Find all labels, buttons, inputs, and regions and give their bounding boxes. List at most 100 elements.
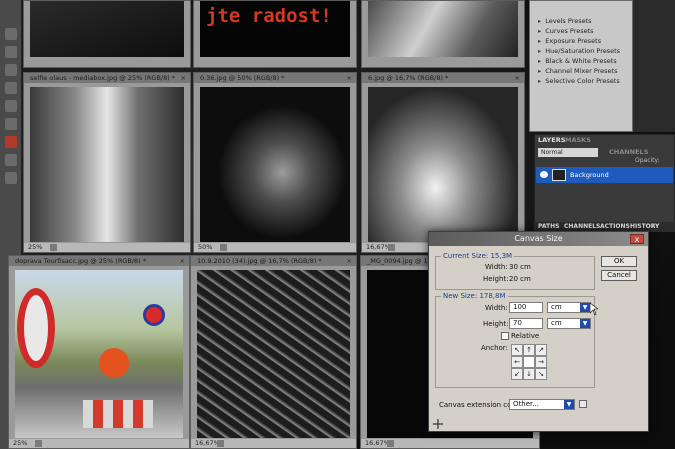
warning-lamp-icon — [99, 348, 129, 378]
document-tab-8[interactable]: 10.9.2010 (34).jpg @ 16,7% (RGB/8) * × — [191, 256, 356, 266]
tab-channels[interactable]: CHANNELS — [609, 148, 648, 156]
current-width-value: 30 cm — [509, 263, 531, 271]
move-tool-icon[interactable] — [5, 28, 17, 40]
status-menu-icon[interactable] — [35, 440, 42, 447]
width-label: Width: — [485, 304, 508, 312]
status-bar-9: 16,67% — [361, 439, 539, 448]
zoom-level-4[interactable]: 25% — [28, 243, 42, 251]
ok-button[interactable]: OK — [601, 256, 637, 267]
document-image-2: jte radost! — [200, 1, 350, 57]
document-window-1[interactable] — [23, 0, 191, 68]
zoom-level-5[interactable]: 50% — [198, 243, 212, 251]
adjustments-panel: Levels Presets Curves Presets Exposure P… — [529, 0, 633, 132]
status-menu-icon[interactable] — [220, 244, 227, 251]
pen-tool-icon[interactable] — [5, 172, 17, 184]
document-tab-6[interactable]: 6.jpg @ 16,7% (RGB/8) * × — [362, 73, 524, 83]
anchor-cell[interactable]: ↓ — [523, 368, 535, 380]
chevron-down-icon[interactable]: ▼ — [580, 319, 590, 328]
status-menu-icon[interactable] — [50, 244, 57, 251]
chevron-down-icon[interactable]: ▼ — [564, 400, 574, 409]
extension-color-swatch[interactable] — [579, 400, 587, 408]
zoom-level-7[interactable]: 25% — [13, 439, 27, 447]
relative-checkbox[interactable] — [501, 332, 509, 340]
current-height-label: Height: — [483, 275, 509, 283]
anchor-cell[interactable]: ↗ — [535, 344, 547, 356]
cancel-button[interactable]: Cancel — [601, 270, 637, 281]
layer-name: Background — [570, 171, 609, 179]
tab-layers[interactable]: LAYERS — [538, 136, 565, 144]
status-bar-7: 25% — [9, 439, 189, 448]
chevron-down-icon[interactable]: ▼ — [580, 303, 590, 312]
extension-color-select[interactable]: Other... ▼ — [509, 399, 575, 410]
width-input[interactable]: 100 — [509, 302, 543, 313]
document-window-4[interactable]: selfie olaus - mediabox.jpg @ 25% (RGB/8… — [23, 72, 191, 253]
tab-paths[interactable]: PATHS — [538, 223, 559, 230]
anchor-cell-center[interactable] — [523, 356, 535, 368]
marquee-tool-icon[interactable] — [5, 46, 17, 58]
anchor-grid: ↖ ↑ ↗ ← → ↙ ↓ ↘ — [511, 344, 547, 380]
document-tab-4[interactable]: selfie olaus - mediabox.jpg @ 25% (RGB/8… — [24, 73, 190, 83]
adjustment-preset-item[interactable]: Curves Presets — [538, 27, 593, 36]
status-menu-icon[interactable] — [388, 244, 395, 251]
anchor-cell[interactable]: ↖ — [511, 344, 523, 356]
close-icon[interactable]: × — [181, 73, 186, 83]
height-unit-select[interactable]: cm ▼ — [547, 318, 591, 329]
anchor-label: Anchor: — [481, 344, 508, 352]
eye-icon[interactable] — [540, 171, 548, 178]
tab-masks[interactable]: MASKS — [565, 136, 591, 144]
document-tab-5[interactable]: 0.36.jpg @ 50% (RGB/8) * × — [194, 73, 356, 83]
crop-tool-icon[interactable] — [5, 82, 17, 94]
new-size-label: New Size: 178,8M — [441, 292, 508, 300]
tab-history[interactable]: HISTORY — [630, 223, 659, 230]
blend-mode-select[interactable]: Normal — [538, 148, 598, 157]
adjustment-preset-item[interactable]: Hue/Saturation Presets — [538, 47, 620, 56]
adjustment-preset-item[interactable]: Exposure Presets — [538, 37, 601, 46]
extension-color-value: Other... — [513, 400, 539, 408]
document-tab-7[interactable]: doprava Tourfisacc.jpg @ 25% (RGB/8) * × — [9, 256, 189, 266]
close-button[interactable]: x — [630, 234, 644, 244]
gradient-tool-icon[interactable] — [5, 154, 17, 166]
tab-actions[interactable]: ACTIONS — [600, 223, 630, 230]
led-sign-text: jte radost! — [206, 5, 332, 27]
brush-tool-icon[interactable] — [5, 100, 17, 112]
width-unit-value: cm — [551, 303, 562, 311]
close-icon[interactable]: × — [180, 256, 185, 266]
adjustment-preset-item[interactable]: Selective Color Presets — [538, 77, 619, 86]
no-parking-sign-icon — [143, 304, 165, 326]
document-window-7[interactable]: doprava Tourfisacc.jpg @ 25% (RGB/8) * × … — [8, 255, 190, 449]
status-menu-icon[interactable] — [217, 440, 224, 447]
anchor-cell[interactable]: ↙ — [511, 368, 523, 380]
document-image-1 — [30, 1, 184, 57]
adjustment-preset-item[interactable]: Levels Presets — [538, 17, 591, 26]
layer-row-background[interactable]: Background — [536, 167, 673, 183]
document-window-3[interactable] — [361, 0, 525, 68]
stamp-tool-icon[interactable] — [5, 118, 17, 130]
status-menu-icon[interactable] — [387, 440, 394, 447]
width-unit-select[interactable]: cm ▼ — [547, 302, 591, 313]
adjustment-preset-item[interactable]: Black & White Presets — [538, 57, 616, 66]
anchor-cell[interactable]: ↑ — [523, 344, 535, 356]
document-window-5[interactable]: 0.36.jpg @ 50% (RGB/8) * × 50% — [193, 72, 357, 253]
resize-grip-icon[interactable] — [433, 419, 443, 429]
lasso-tool-icon[interactable] — [5, 64, 17, 76]
height-input[interactable]: 70 — [509, 318, 543, 329]
document-title-6: 6.jpg @ 16,7% (RGB/8) * — [368, 74, 449, 82]
close-icon[interactable]: × — [347, 256, 352, 266]
anchor-cell[interactable]: ↘ — [535, 368, 547, 380]
document-window-6[interactable]: 6.jpg @ 16,7% (RGB/8) * × 16,67% — [361, 72, 525, 253]
close-icon[interactable]: × — [515, 73, 520, 83]
tab-channels-bottom[interactable]: CHANNELS — [564, 223, 600, 230]
adjustment-preset-item[interactable]: Channel Mixer Presets — [538, 67, 617, 76]
height-unit-value: cm — [551, 319, 562, 327]
status-bar-4: 25% — [24, 243, 190, 252]
dialog-title: Canvas Size — [429, 232, 648, 246]
panel-dock-strip — [633, 0, 675, 132]
eraser-tool-icon[interactable] — [5, 136, 17, 148]
mouse-cursor-icon — [590, 303, 598, 315]
anchor-cell[interactable]: → — [535, 356, 547, 368]
anchor-cell[interactable]: ← — [511, 356, 523, 368]
close-icon[interactable]: × — [347, 73, 352, 83]
opacity-label: Opacity: — [635, 157, 660, 164]
document-window-2[interactable]: jte radost! — [193, 0, 357, 68]
document-window-8[interactable]: 10.9.2010 (34).jpg @ 16,7% (RGB/8) * × 16… — [190, 255, 357, 449]
